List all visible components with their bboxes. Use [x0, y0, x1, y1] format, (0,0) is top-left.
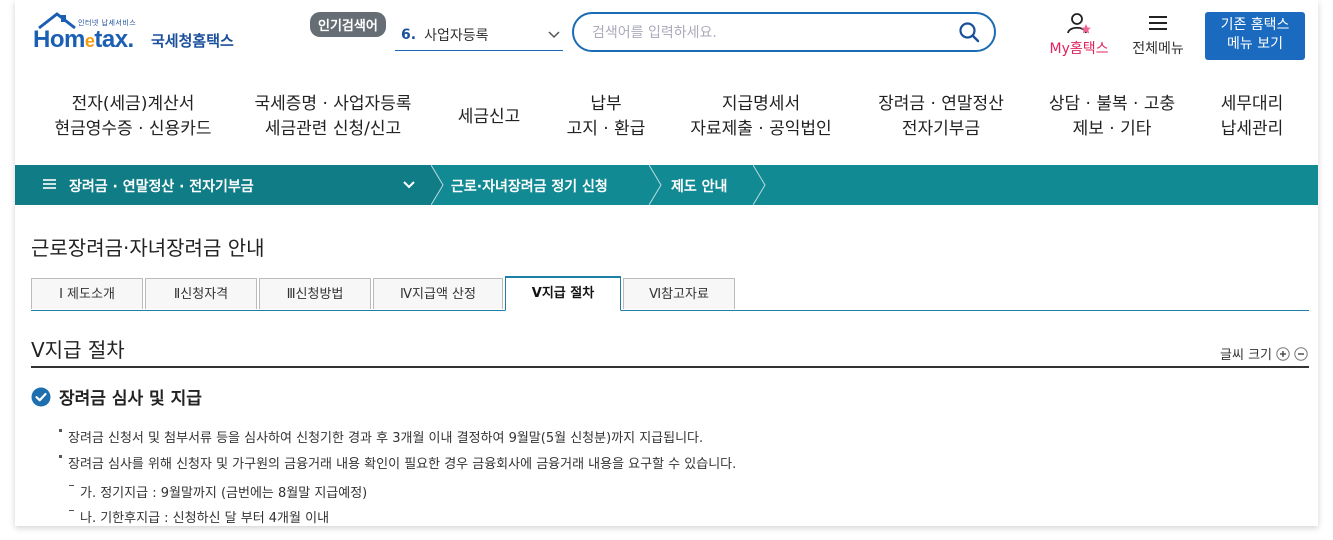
gnb-item-line2: 납세관리: [1220, 119, 1284, 139]
section-tabs: Ⅰ 제도소개 Ⅱ신청자격 Ⅲ신청방법 Ⅳ지급액 산정 Ⅴ지급 절차 Ⅵ참고자료: [31, 276, 1309, 311]
gnb-item-tax-return[interactable]: 세금신고: [447, 105, 531, 130]
gnb-item-line1: 장려금 · 연말정산: [878, 94, 1004, 114]
hometax-logo[interactable]: 인터넷 납세서비스 Hometax. 국세청홈택스: [33, 12, 263, 62]
location-bar: 장려금 · 연말정산 · 전자기부금 근로·자녀장려금 정기 신청 제도 안내: [15, 165, 1318, 205]
tab-amount-calculation[interactable]: Ⅳ지급액 산정: [373, 278, 503, 309]
tab-payment-procedure[interactable]: Ⅴ지급 절차: [505, 276, 621, 311]
my-hometax-button[interactable]: My홈택스: [1043, 12, 1115, 58]
page-title: 근로장려금·자녀장려금 안내: [31, 236, 265, 260]
search-icon[interactable]: [958, 21, 980, 43]
classic-hometax-button[interactable]: 기존 홈택스 메뉴 보기: [1205, 12, 1305, 60]
gnb-item-payment[interactable]: 납부 고지 · 환급: [553, 92, 659, 142]
gnb-item-line1: 국세증명 · 사업자등록: [254, 94, 412, 114]
sub-list-item: 나. 기한후지급 : 신청하신 달 부터 4개월 이내: [69, 507, 329, 526]
tab-references[interactable]: Ⅵ참고자료: [623, 278, 735, 309]
gnb-item-line2: 전자기부금: [901, 119, 981, 139]
classic-button-line1: 기존 홈택스: [1220, 17, 1290, 33]
gnb-item-tax-agent[interactable]: 세무대리 납세관리: [1205, 92, 1299, 142]
tab-application-method[interactable]: Ⅲ신청방법: [259, 278, 371, 309]
location-level3[interactable]: 제도 안내: [671, 176, 727, 196]
breadcrumb-separator: [649, 165, 662, 205]
tab-eligibility[interactable]: Ⅱ신청자격: [145, 278, 257, 309]
list-item: 장려금 심사를 위해 신청자 및 가구원의 금융거래 내용 확인이 필요한 경우…: [59, 453, 736, 472]
gnb-item-line1: 지급명세서: [721, 94, 801, 114]
gnb-item-line2: 고지 · 환급: [566, 119, 646, 139]
gnb-item-e-invoice[interactable]: 전자(세금)계산서 현금영수증 · 신용카드: [53, 92, 213, 142]
search-input[interactable]: 검색어를 입력하세요.: [592, 22, 958, 42]
section-divider: [31, 366, 1309, 368]
user-icon: [1067, 13, 1091, 34]
chevron-down-icon: [403, 181, 415, 189]
font-size-label: 글씨 크기: [1220, 348, 1272, 363]
plus-icon[interactable]: [1276, 346, 1290, 361]
gnb-item-incentive[interactable]: 장려금 · 연말정산 전자기부금: [863, 92, 1019, 142]
tab-intro[interactable]: Ⅰ 제도소개: [31, 278, 143, 309]
hamburger-icon: [43, 179, 56, 189]
popular-rank: 6.: [401, 27, 417, 43]
gnb-item-line1: 세금신고: [457, 107, 521, 127]
gnb-item-counseling[interactable]: 상담 · 불복 · 고충 제보 · 기타: [1037, 92, 1187, 142]
main-navigation: 전자(세금)계산서 현금영수증 · 신용카드 국세증명 · 사업자등록 세금관련…: [15, 88, 1318, 154]
breadcrumb-separator: [753, 165, 766, 205]
location-level1-label: 장려금 · 연말정산 · 전자기부금: [69, 179, 254, 195]
popular-search-select[interactable]: 6. 사업자등록: [395, 20, 563, 51]
gnb-item-certificate[interactable]: 국세증명 · 사업자등록 세금관련 신청/신고: [243, 92, 423, 142]
page-frame: 인터넷 납세서비스 Hometax. 국세청홈택스 인기검색어 6. 사업자등록…: [15, 0, 1318, 526]
hamburger-icon: [1149, 16, 1167, 30]
popular-keyword: 사업자등록: [424, 28, 489, 44]
minus-icon[interactable]: [1294, 346, 1308, 361]
gnb-item-payment-statement[interactable]: 지급명세서 자료제출 · 공익법인: [679, 92, 843, 142]
gnb-item-line1: 납부: [590, 94, 622, 114]
location-level1[interactable]: 장려금 · 연말정산 · 전자기부금: [15, 165, 431, 205]
font-size-control: 글씨 크기: [1220, 344, 1308, 363]
all-menu-label: 전체메뉴: [1132, 41, 1184, 57]
logo-brand: Hometax.: [33, 26, 134, 53]
popular-search-badge: 인기검색어: [310, 12, 386, 37]
classic-button-line2: 메뉴 보기: [1227, 36, 1283, 52]
chevron-down-icon: [548, 31, 560, 39]
logo-subtitle: 국세청홈택스: [151, 32, 234, 50]
section-title: Ⅴ지급 절차: [31, 338, 125, 362]
search-box[interactable]: 검색어를 입력하세요.: [572, 12, 996, 52]
subheading: 장려금 심사 및 지급: [31, 384, 202, 409]
my-hometax-label: My홈택스: [1049, 41, 1109, 57]
gnb-item-line1: 세무대리: [1220, 94, 1284, 114]
list-item: 장려금 신청서 및 첨부서류 등을 심사하여 신청기한 경과 후 3개월 이내 …: [59, 427, 703, 446]
gnb-item-line1: 상담 · 불복 · 고충: [1048, 94, 1176, 114]
gnb-item-line2: 자료제출 · 공익법인: [690, 119, 832, 139]
all-menu-button[interactable]: 전체메뉴: [1125, 12, 1191, 58]
sub-list-item: 가. 정기지급 : 9월말까지 (금번에는 8월말 지급예정): [69, 482, 367, 501]
breadcrumb-separator: [431, 165, 444, 205]
check-circle-icon: [31, 387, 51, 406]
gnb-item-line2: 현금영수증 · 신용카드: [54, 119, 212, 139]
gnb-item-line2: 제보 · 기타: [1072, 119, 1152, 139]
location-level2[interactable]: 근로·자녀장려금 정기 신청: [451, 176, 608, 196]
gnb-item-line1: 전자(세금)계산서: [71, 94, 195, 114]
subheading-text: 장려금 심사 및 지급: [59, 389, 202, 409]
gnb-item-line2: 세금관련 신청/신고: [264, 119, 402, 139]
